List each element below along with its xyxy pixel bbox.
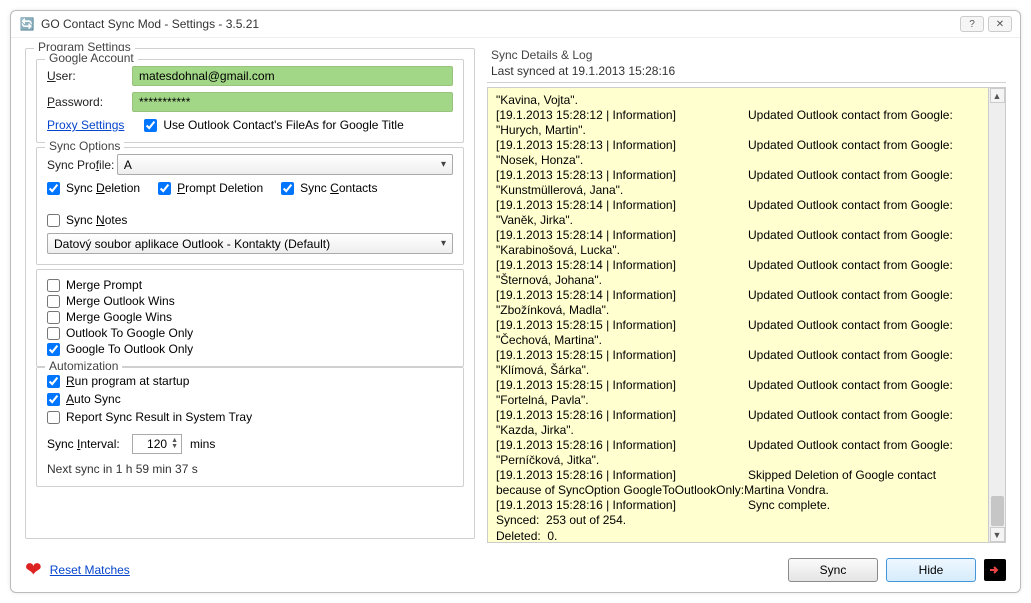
report-in-tray-checkbox[interactable]: Report Sync Result in System Tray	[47, 410, 453, 424]
sync-profile-combo[interactable]: A ▾	[117, 154, 453, 175]
use-outlook-fileas-label: Use Outlook Contact's FileAs for Google …	[163, 118, 403, 132]
reset-matches-link[interactable]: Reset Matches	[50, 563, 130, 577]
sync-interval-value: 120	[136, 437, 171, 451]
sync-interval-unit: mins	[190, 437, 215, 451]
app-icon: 🔄	[19, 16, 35, 32]
prompt-deletion-checkbox[interactable]: Prompt Deletion	[158, 181, 263, 195]
sync-contacts-checkbox[interactable]: Sync Contacts	[281, 181, 377, 195]
merge-prompt-checkbox[interactable]: Merge Prompt	[47, 278, 453, 292]
hide-button[interactable]: Hide	[886, 558, 976, 582]
program-settings-group: Program Settings Google Account User: Pa…	[25, 48, 475, 539]
user-input[interactable]	[132, 66, 453, 86]
exit-icon[interactable]	[984, 559, 1006, 581]
content-area: Program Settings Google Account User: Pa…	[11, 38, 1020, 551]
heart-icon: ❤	[25, 557, 42, 582]
user-label: User:	[47, 69, 132, 83]
main-window: 🔄 GO Contact Sync Mod - Settings - 3.5.2…	[10, 10, 1021, 593]
proxy-settings-link[interactable]: Proxy Settings	[47, 118, 124, 132]
scrollbar[interactable]: ▲ ▼	[988, 88, 1005, 542]
automization-group: Automization Run program at startup Auto…	[36, 367, 464, 487]
scroll-up-icon[interactable]: ▲	[990, 88, 1005, 103]
outlook-to-google-only-checkbox[interactable]: Outlook To Google Only	[47, 326, 453, 340]
next-sync-label: Next sync in 1 h 59 min 37 s	[47, 462, 453, 476]
close-button[interactable]: ✕	[988, 16, 1012, 32]
google-account-group: Google Account User: Password: Proxy Set…	[36, 59, 464, 143]
run-at-startup-checkbox[interactable]: Run program at startup	[47, 374, 453, 388]
sync-options-label: Sync Options	[45, 139, 124, 153]
sync-interval-input[interactable]: 120 ▲▼	[132, 434, 182, 454]
chevron-down-icon: ▾	[441, 159, 446, 170]
footer: ❤ Reset Matches Sync Hide	[11, 551, 1020, 592]
merge-outlook-wins-checkbox[interactable]: Merge Outlook Wins	[47, 294, 453, 308]
outlook-folder-combo[interactable]: Datový soubor aplikace Outlook - Kontakt…	[47, 233, 453, 254]
sync-notes-checkbox[interactable]: Sync Notes	[47, 213, 127, 227]
sync-button[interactable]: Sync	[788, 558, 878, 582]
log-area[interactable]: "Kavina, Vojta".[19.1.2013 15:28:12 | In…	[487, 87, 1006, 543]
titlebar: 🔄 GO Contact Sync Mod - Settings - 3.5.2…	[11, 11, 1020, 38]
window-title: GO Contact Sync Mod - Settings - 3.5.21	[41, 17, 956, 31]
sync-details-label: Sync Details & Log	[487, 48, 1006, 62]
automization-label: Automization	[45, 359, 122, 373]
sync-options-group: Sync Options Sync Profile: A ▾ Sync Dele…	[36, 147, 464, 265]
merge-options-group: Merge Prompt Merge Outlook Wins Merge Go…	[36, 269, 464, 367]
google-account-label: Google Account	[45, 51, 138, 65]
spinner-down-icon[interactable]: ▼	[171, 444, 178, 450]
auto-sync-checkbox[interactable]: Auto Sync	[47, 392, 453, 406]
help-button[interactable]: ?	[960, 16, 984, 32]
scroll-thumb[interactable]	[991, 496, 1004, 526]
google-to-outlook-only-checkbox[interactable]: Google To Outlook Only	[47, 342, 453, 356]
last-synced-label: Last synced at 19.1.2013 15:28:16	[487, 64, 1006, 83]
password-label: Password:	[47, 95, 132, 109]
scroll-down-icon[interactable]: ▼	[990, 527, 1005, 542]
sync-profile-label: Sync Profile:	[47, 158, 117, 172]
password-input[interactable]	[132, 92, 453, 112]
chevron-down-icon: ▾	[441, 238, 446, 249]
sync-interval-label: Sync Interval:	[47, 437, 132, 451]
outlook-folder-value: Datový soubor aplikace Outlook - Kontakt…	[54, 237, 330, 251]
merge-google-wins-checkbox[interactable]: Merge Google Wins	[47, 310, 453, 324]
use-outlook-fileas-checkbox[interactable]: Use Outlook Contact's FileAs for Google …	[144, 118, 403, 132]
sync-profile-value: A	[124, 158, 132, 172]
sync-deletion-checkbox[interactable]: Sync Deletion	[47, 181, 140, 195]
